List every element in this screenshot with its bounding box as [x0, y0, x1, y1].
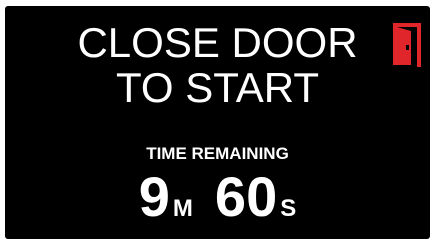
display-screen: CLOSE DOOR TO START TIME REMAINING 9 M 60 S	[5, 6, 430, 239]
door-open-icon	[393, 23, 421, 67]
countdown-timer: 9 M 60 S	[5, 169, 430, 225]
minutes-value: 9	[138, 165, 170, 228]
time-remaining-label: TIME REMAINING	[146, 144, 289, 163]
seconds-unit: S	[280, 195, 297, 222]
seconds-value: 60	[214, 165, 278, 228]
minutes-unit: M	[172, 195, 193, 222]
close-door-message: CLOSE DOOR	[77, 19, 358, 66]
to-start-message: TO START	[115, 64, 320, 111]
